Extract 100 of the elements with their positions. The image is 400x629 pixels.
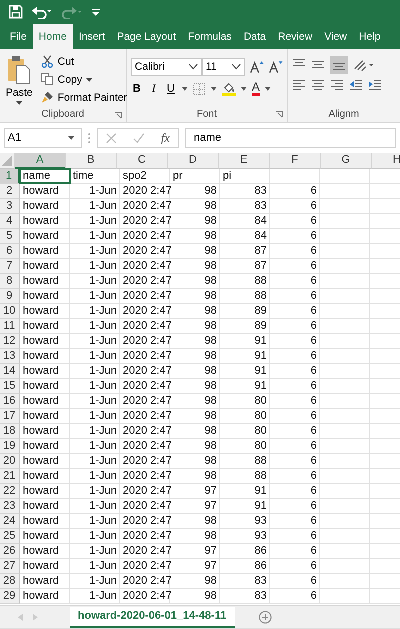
column-header[interactable]: H — [372, 153, 400, 169]
column-header[interactable]: C — [117, 153, 168, 169]
table-cell-text: howard — [22, 274, 60, 288]
table-cell-text: 97 — [204, 499, 218, 513]
ribbon-tab[interactable]: Home — [32, 24, 73, 49]
copy-button[interactable]: Copy — [40, 72, 128, 87]
row-header[interactable]: 22 — [0, 484, 20, 499]
add-sheet-icon[interactable] — [258, 610, 272, 624]
caret-icon[interactable] — [182, 87, 188, 91]
row-header[interactable]: 4 — [0, 214, 20, 229]
align-right-icon[interactable] — [330, 78, 344, 92]
row-header[interactable]: 12 — [0, 334, 20, 349]
row-header[interactable]: 28 — [0, 574, 20, 589]
row-header[interactable]: 5 — [0, 229, 20, 244]
dialog-launcher-icon[interactable] — [276, 111, 283, 118]
column-header[interactable]: G — [321, 153, 372, 169]
group-label: Alignm — [328, 108, 360, 120]
row-header[interactable]: 9 — [0, 289, 20, 304]
sheet-tab[interactable]: howard-2020-06-01_14-48-11 — [70, 606, 235, 628]
table-cell-text: 1-Jun — [88, 589, 118, 603]
table-cell-text: 2020 2:47 — [122, 499, 170, 513]
column-header[interactable]: B — [66, 153, 117, 169]
row-header[interactable]: 11 — [0, 319, 20, 334]
font-family-dropdown[interactable]: Calibri — [131, 58, 202, 76]
row-header[interactable]: 23 — [0, 499, 20, 514]
table-cell-text: howard — [22, 214, 60, 228]
table-cell-text: 6 — [310, 529, 318, 543]
table-cell-text: howard — [22, 184, 60, 198]
table-cell-text: 1-Jun — [88, 259, 118, 273]
ribbon-tab[interactable]: Data — [238, 24, 272, 49]
column-header[interactable]: E — [219, 153, 270, 169]
row-header[interactable]: 26 — [0, 544, 20, 559]
table-cell-text: 6 — [310, 214, 318, 228]
row-header[interactable]: 29 — [0, 589, 20, 604]
table-cell-text: 2020 2:47 — [122, 349, 170, 363]
format-painter-button[interactable]: Format Painter — [40, 90, 128, 105]
insert-function-button[interactable]: fx — [161, 130, 170, 146]
orientation-icon[interactable] — [353, 58, 375, 72]
underline-button[interactable]: U — [165, 83, 177, 95]
customize-caret-icon[interactable] — [91, 7, 101, 17]
row-header[interactable]: 24 — [0, 514, 20, 529]
ribbon-tab[interactable]: Review — [272, 24, 319, 49]
font-size-dropdown[interactable]: 11 — [202, 58, 246, 76]
row-header[interactable]: 20 — [0, 454, 20, 469]
table-cell-text: 80 — [254, 439, 268, 453]
decrease-indent-icon[interactable] — [349, 78, 363, 92]
font-color-button[interactable]: A — [252, 82, 260, 96]
align-left-icon[interactable] — [292, 78, 306, 92]
column-header[interactable]: A — [15, 153, 66, 169]
caret-icon[interactable] — [265, 87, 272, 91]
dialog-launcher-icon[interactable] — [115, 112, 122, 119]
row-header[interactable]: 15 — [0, 379, 20, 394]
ribbon-tab[interactable]: View — [318, 24, 354, 49]
row-header[interactable]: 3 — [0, 199, 20, 214]
row-header[interactable]: 27 — [0, 559, 20, 574]
row-header[interactable]: 10 — [0, 304, 20, 319]
bottom-align-icon[interactable] — [330, 56, 348, 74]
table-cell-text: 6 — [310, 319, 318, 333]
column-header[interactable]: D — [168, 153, 219, 169]
ribbon-tab[interactable]: Insert — [72, 24, 112, 49]
row-header[interactable]: 18 — [0, 424, 20, 439]
ribbon-tab[interactable]: Help — [353, 24, 387, 49]
name-box[interactable]: A1 — [4, 128, 82, 148]
increase-indent-icon[interactable] — [368, 78, 382, 92]
row-header[interactable]: 6 — [0, 244, 20, 259]
row-header[interactable]: 7 — [0, 259, 20, 274]
row-header[interactable]: 14 — [0, 364, 20, 379]
save-icon[interactable] — [9, 5, 23, 19]
bold-button[interactable]: B — [131, 83, 143, 95]
ribbon-tab[interactable]: File — [4, 24, 33, 49]
borders-icon[interactable] — [193, 82, 206, 96]
fill-color-icon[interactable] — [222, 82, 236, 96]
table-cell-text: 97 — [204, 484, 218, 498]
group-label: Font — [196, 108, 217, 120]
row-header[interactable]: 1 — [0, 169, 20, 184]
caret-icon[interactable] — [241, 87, 247, 91]
increase-font-size-icon[interactable] — [250, 60, 264, 74]
table-cell-text: 6 — [310, 499, 318, 513]
caret-icon[interactable] — [211, 87, 217, 91]
row-header[interactable]: 19 — [0, 439, 20, 454]
italic-button[interactable]: I — [148, 83, 160, 95]
row-header[interactable]: 8 — [0, 274, 20, 289]
paste-button[interactable]: Paste — [4, 53, 35, 107]
ribbon-tab[interactable]: Page Layout — [111, 24, 182, 49]
row-header[interactable]: 16 — [0, 394, 20, 409]
row-header[interactable]: 21 — [0, 469, 20, 484]
ribbon-tab[interactable]: Formulas — [182, 24, 238, 49]
row-header[interactable]: 25 — [0, 529, 20, 544]
row-header[interactable]: 13 — [0, 349, 20, 364]
formula-input[interactable]: name — [185, 128, 396, 148]
table-cell-text: 6 — [310, 304, 318, 318]
column-header[interactable]: F — [270, 153, 321, 169]
cut-button[interactable]: Cut — [40, 54, 128, 69]
table-cell-text: 98 — [204, 304, 218, 318]
table-cell-text: 98 — [204, 394, 218, 408]
align-center-icon[interactable] — [311, 78, 325, 92]
row-header[interactable]: 17 — [0, 409, 20, 424]
decrease-font-size-icon[interactable] — [269, 60, 283, 74]
row-header[interactable]: 2 — [0, 184, 20, 199]
undo-icon[interactable] — [31, 5, 53, 19]
